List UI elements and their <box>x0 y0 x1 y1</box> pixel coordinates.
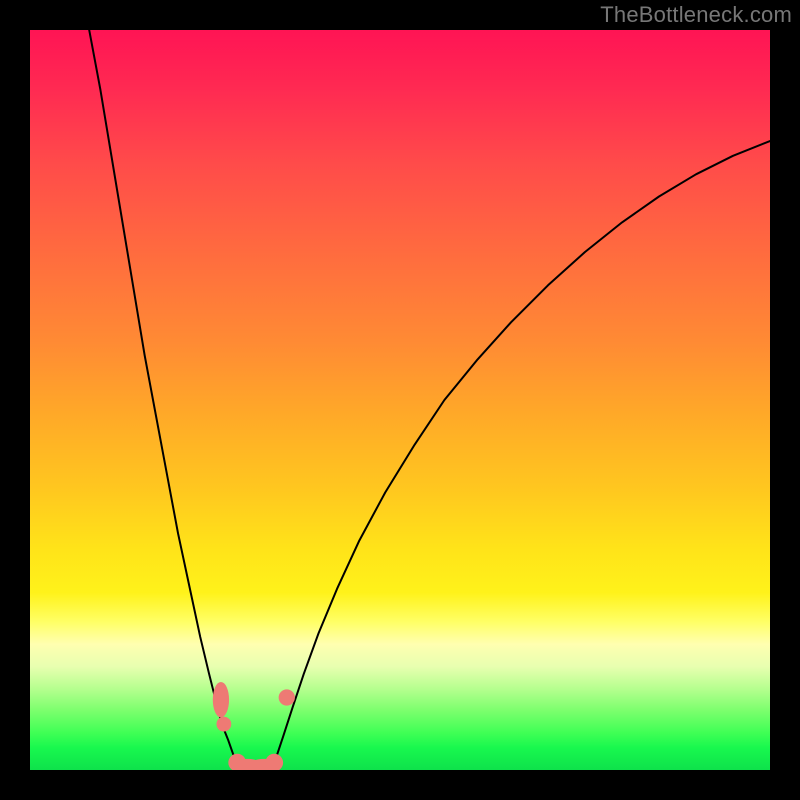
data-marker <box>216 717 231 732</box>
markers-svg <box>30 30 770 770</box>
plot-area <box>30 30 770 770</box>
data-marker <box>213 682 229 718</box>
data-marker <box>279 689 295 705</box>
app-frame: TheBottleneck.com <box>0 0 800 800</box>
data-marker <box>265 754 283 770</box>
watermark-text: TheBottleneck.com <box>600 2 792 28</box>
